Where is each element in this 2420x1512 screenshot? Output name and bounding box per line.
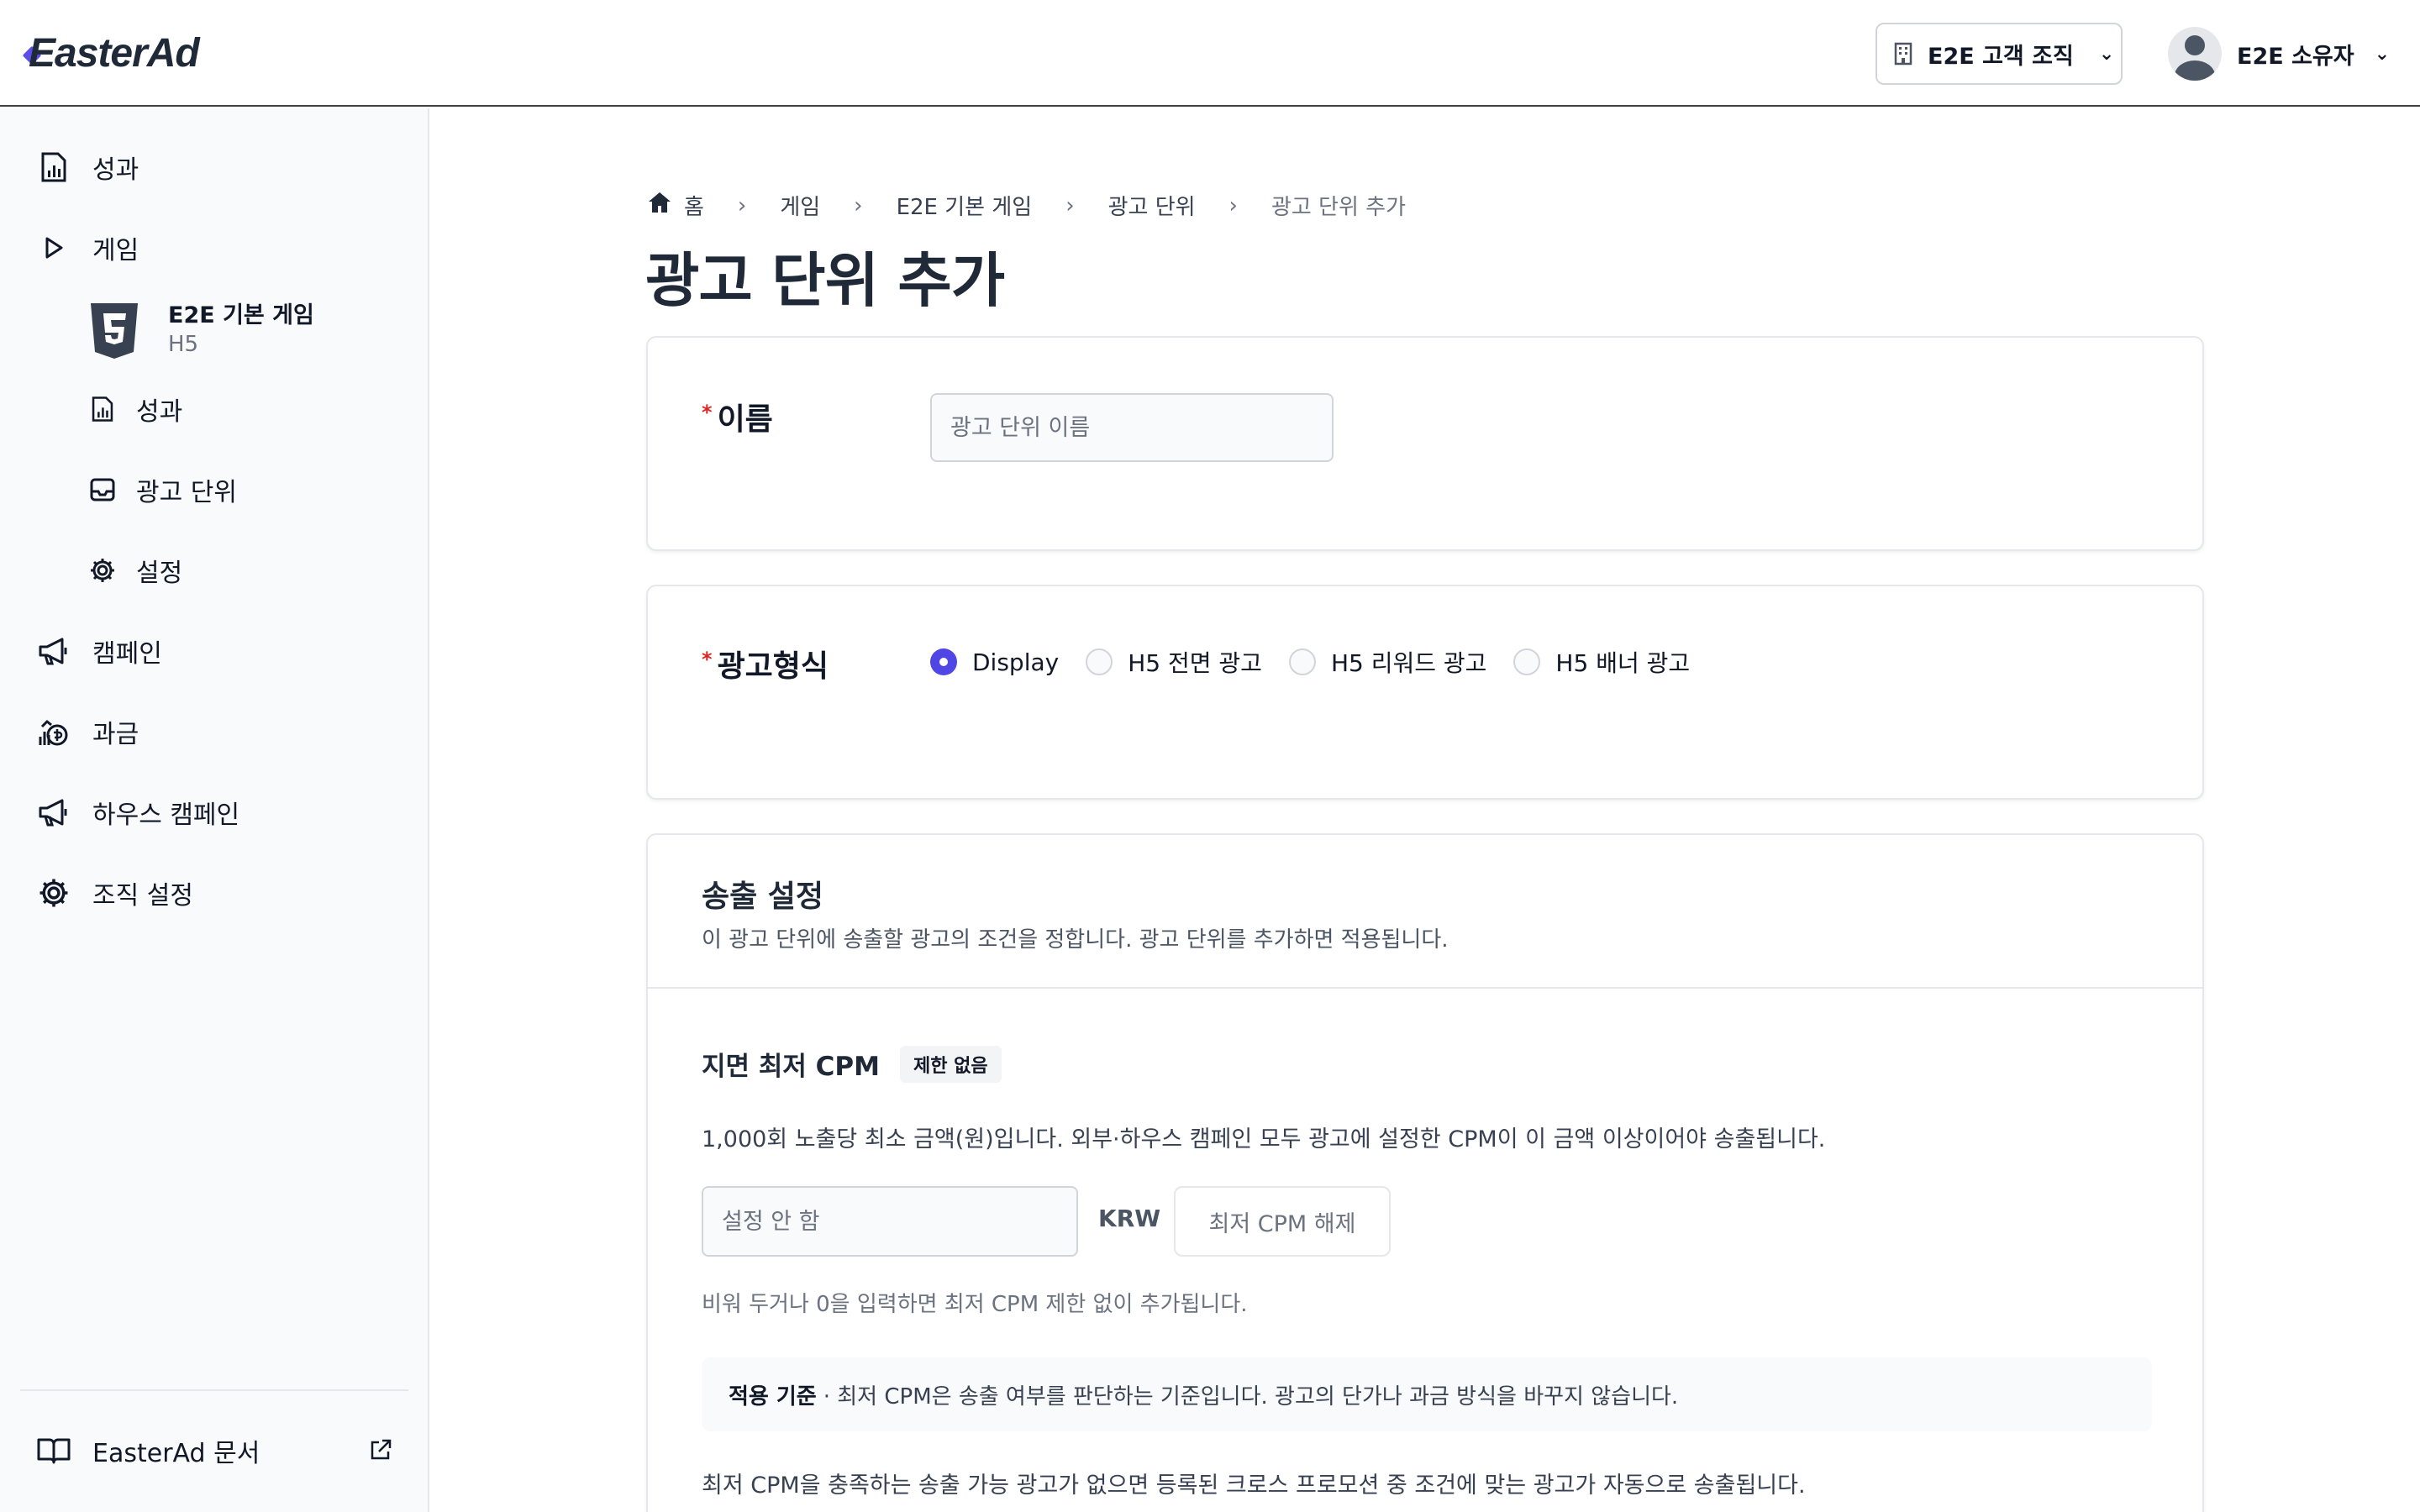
info-box: 적용 기준 · 최저 CPM은 송출 여부를 판단하는 기준입니다. 광고의 단… — [702, 1357, 2152, 1431]
sidebar-item-org-settings[interactable]: 조직 설정 — [0, 866, 429, 920]
name-card: * 이름 — [646, 336, 2204, 551]
chevron-right-icon: › — [1228, 192, 1238, 218]
home-icon — [647, 191, 672, 220]
format-label: * 광고형식 — [702, 648, 829, 684]
sidebar-item-label: 성과 — [92, 155, 139, 185]
ad-unit-name-input[interactable] — [930, 393, 1334, 462]
min-cpm-input[interactable] — [702, 1186, 1078, 1257]
required-mark: * — [702, 401, 713, 424]
section-title: 송출 설정 — [702, 879, 824, 914]
min-cpm-title: 지면 최저 CPM 제한 없음 — [702, 1045, 1002, 1083]
min-cpm-hint: 비워 두거나 0을 입력하면 최저 CPM 제한 없이 추가됩니다. — [702, 1292, 1248, 1317]
fallback-description: 최저 CPM을 충족하는 송출 가능 광고가 없으면 등록된 크로스 프로모션 … — [702, 1473, 1806, 1499]
sidebar-item-label: 설정 — [136, 559, 183, 588]
section-divider — [648, 987, 2202, 989]
sidebar-divider — [20, 1389, 408, 1391]
sidebar-item-billing[interactable]: 과금 — [0, 705, 429, 759]
sidebar-subitem-performance[interactable]: 성과 — [0, 382, 429, 436]
html5-icon — [91, 303, 138, 359]
name-label: * 이름 — [702, 401, 773, 437]
sidebar-item-label: EasterAd 문서 — [92, 1439, 260, 1468]
sidebar-item-house-campaigns[interactable]: 하우스 캠페인 — [0, 785, 429, 839]
chevron-right-icon: › — [737, 192, 747, 218]
logo[interactable]: EasterAd — [29, 30, 200, 76]
breadcrumb-game[interactable]: E2E 기본 게임 — [897, 190, 1033, 221]
organization-name: E2E 고객 조직 — [1928, 43, 2074, 70]
report-icon — [86, 392, 119, 426]
radio-display[interactable]: Display — [930, 648, 1059, 676]
breadcrumb-ad-units[interactable]: 광고 단위 — [1108, 190, 1196, 221]
format-card: * 광고형식 Display H5 전면 광고 H5 리워드 광고 H5 배너 광… — [646, 585, 2204, 800]
info-text: · 최저 CPM은 송출 여부를 판단하는 기준입니다. 광고의 단가나 과금 … — [823, 1383, 1679, 1410]
user-menu[interactable]: E2E 소유자 ⌄ — [2168, 24, 2390, 84]
report-icon — [35, 149, 72, 186]
game-name: E2E 기본 게임 — [168, 302, 314, 328]
sidebar-item-games[interactable]: 게임 — [0, 221, 429, 275]
radio-selected-icon — [930, 648, 957, 675]
chevron-down-icon: ⌄ — [2098, 43, 2115, 65]
avatar — [2168, 27, 2222, 81]
sidebar-item-campaigns[interactable]: 캠페인 — [0, 624, 429, 678]
gear-icon — [35, 874, 72, 911]
gear-icon — [86, 554, 119, 587]
sidebar-item-docs[interactable]: EasterAd 문서 — [0, 1424, 429, 1478]
megaphone-icon — [35, 794, 72, 831]
game-platform: H5 — [168, 332, 199, 357]
radio-h5-rewarded[interactable]: H5 리워드 광고 — [1288, 645, 1486, 679]
game-card[interactable]: E2E 기본 게임 H5 — [87, 297, 407, 364]
min-cpm-description: 1,000회 노출당 최소 금액(원)입니다. 외부·하우스 캠페인 모두 광고… — [702, 1126, 1826, 1152]
breadcrumb-games[interactable]: 게임 — [780, 190, 820, 221]
breadcrumb-current: 광고 단위 추가 — [1270, 195, 1407, 220]
breadcrumb: 홈 › 게임 › E2E 기본 게임 › 광고 단위 › 광고 단위 추가 — [647, 190, 1406, 221]
chevron-right-icon: › — [1065, 192, 1075, 218]
chevron-right-icon: › — [854, 192, 863, 218]
sidebar-subitem-settings[interactable]: 설정 — [0, 543, 429, 597]
play-icon — [35, 229, 72, 266]
format-radio-group: Display H5 전면 광고 H5 리워드 광고 H5 배너 광고 — [930, 645, 1717, 679]
sidebar-item-label: 성과 — [136, 397, 183, 427]
sidebar-item-label: 조직 설정 — [92, 881, 193, 911]
sidebar-item-label: 광고 단위 — [136, 478, 237, 507]
sidebar-item-label: 과금 — [92, 720, 139, 749]
section-description: 이 광고 단위에 송출할 광고의 조건을 정합니다. 광고 단위를 추가하면 적… — [702, 927, 1449, 953]
radio-h5-interstitial[interactable]: H5 전면 광고 — [1086, 645, 1262, 679]
building-icon — [1894, 42, 1912, 66]
organization-selector[interactable]: E2E 고객 조직 ⌄ — [1876, 23, 2123, 85]
status-badge: 제한 없음 — [899, 1045, 1002, 1083]
radio-unselected-icon — [1086, 648, 1113, 675]
radio-unselected-icon — [1513, 648, 1541, 675]
required-mark: * — [702, 648, 713, 671]
megaphone-icon — [35, 633, 72, 669]
sidebar-item-label: 하우스 캠페인 — [92, 801, 240, 830]
sidebar-item-performance[interactable]: 성과 — [0, 140, 429, 194]
sidebar-subitem-ad-units[interactable]: 광고 단위 — [0, 463, 429, 517]
sidebar: 성과 게임 E2E 기본 게임 H5 성과 광고 단위 설정 캠페인 과금 하우… — [0, 108, 429, 1512]
top-header: EasterAd E2E 고객 조직 ⌄ E2E 소유자 ⌄ — [0, 0, 2420, 107]
delivery-settings-card: 송출 설정 이 광고 단위에 송출할 광고의 조건을 정합니다. 광고 단위를 … — [646, 833, 2204, 1512]
info-label: 적용 기준 — [729, 1383, 817, 1410]
radio-unselected-icon — [1288, 648, 1316, 675]
book-icon — [35, 1432, 72, 1469]
coins-icon — [35, 713, 72, 750]
radio-h5-banner[interactable]: H5 배너 광고 — [1513, 645, 1690, 679]
external-link-icon — [368, 1437, 393, 1469]
user-name: E2E 소유자 — [2237, 43, 2354, 70]
sidebar-item-label: 게임 — [92, 236, 139, 265]
inbox-icon — [86, 473, 119, 507]
currency-label: KRW — [1098, 1205, 1161, 1232]
chevron-down-icon: ⌄ — [2374, 43, 2391, 65]
sidebar-item-label: 캠페인 — [92, 639, 162, 669]
breadcrumb-home[interactable]: 홈 — [684, 190, 704, 221]
page-title: 광고 단위 추가 — [645, 246, 1005, 315]
clear-min-cpm-button[interactable]: 최저 CPM 해제 — [1174, 1186, 1391, 1257]
